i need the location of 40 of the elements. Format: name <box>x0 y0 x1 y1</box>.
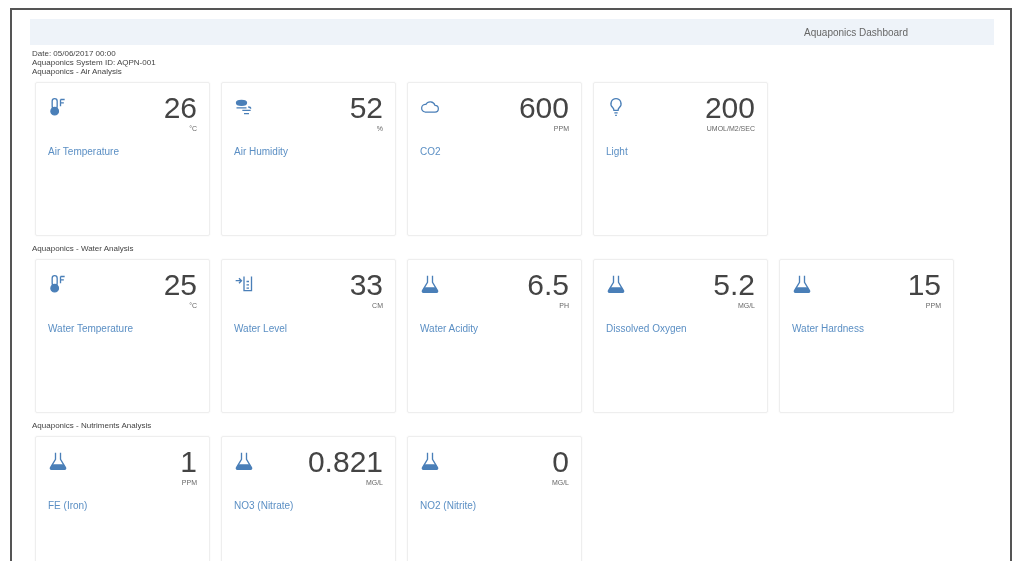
metric-name: Light <box>606 146 629 157</box>
metric-value: 200 <box>704 93 755 123</box>
metric-name: NO3 (Nitrate) <box>234 500 295 511</box>
metric-value: 600 <box>518 93 569 123</box>
metric-value: 0 <box>552 447 569 477</box>
section-title: Aquaponics - Nutriments Analysis <box>31 421 153 430</box>
level-icon <box>234 274 254 294</box>
flask-icon <box>792 274 812 294</box>
flask-icon <box>606 274 626 294</box>
info-text: Date: 05/06/2017 00:00 <box>32 49 117 58</box>
metric-value: 26 <box>163 93 197 123</box>
thermometer-icon <box>48 97 68 117</box>
info-text: Aquaponics System ID: AQPN-001 <box>32 58 157 67</box>
metric-name: NO2 (Nitrite) <box>420 500 478 511</box>
metric-value: 5.2 <box>713 270 755 300</box>
metric-name: FE (Iron) <box>48 500 89 511</box>
metric-value: 15 <box>907 270 941 300</box>
metric-value: 52 <box>349 93 383 123</box>
thermometer-icon <box>48 274 68 294</box>
humidity-icon <box>234 97 254 117</box>
metric-value: 1 <box>180 447 197 477</box>
metric-name: CO2 <box>420 146 442 157</box>
metric-name: Air Humidity <box>234 146 289 157</box>
metric-name: Water Temperature <box>48 323 135 334</box>
metric-name: Air Temperature <box>48 146 120 157</box>
dashboard-title: Aquaponics Dashboard <box>804 26 908 38</box>
metric-name: Dissolved Oxygen <box>606 323 688 334</box>
metric-name: Water Acidity <box>420 323 479 334</box>
flask-icon <box>48 451 68 471</box>
flask-icon <box>234 451 254 471</box>
metric-name: Water Level <box>234 323 288 334</box>
flask-icon <box>420 451 440 471</box>
flask-icon <box>420 274 440 294</box>
metric-value: 25 <box>163 270 197 300</box>
metric-value: 33 <box>349 270 383 300</box>
section-title: Aquaponics - Air Analysis <box>31 67 123 76</box>
metric-name: Water Hardness <box>792 323 865 334</box>
metric-value: 0.821 <box>307 447 383 477</box>
metric-value: 6.5 <box>527 270 569 300</box>
section-title: Aquaponics - Water Analysis <box>31 244 135 253</box>
